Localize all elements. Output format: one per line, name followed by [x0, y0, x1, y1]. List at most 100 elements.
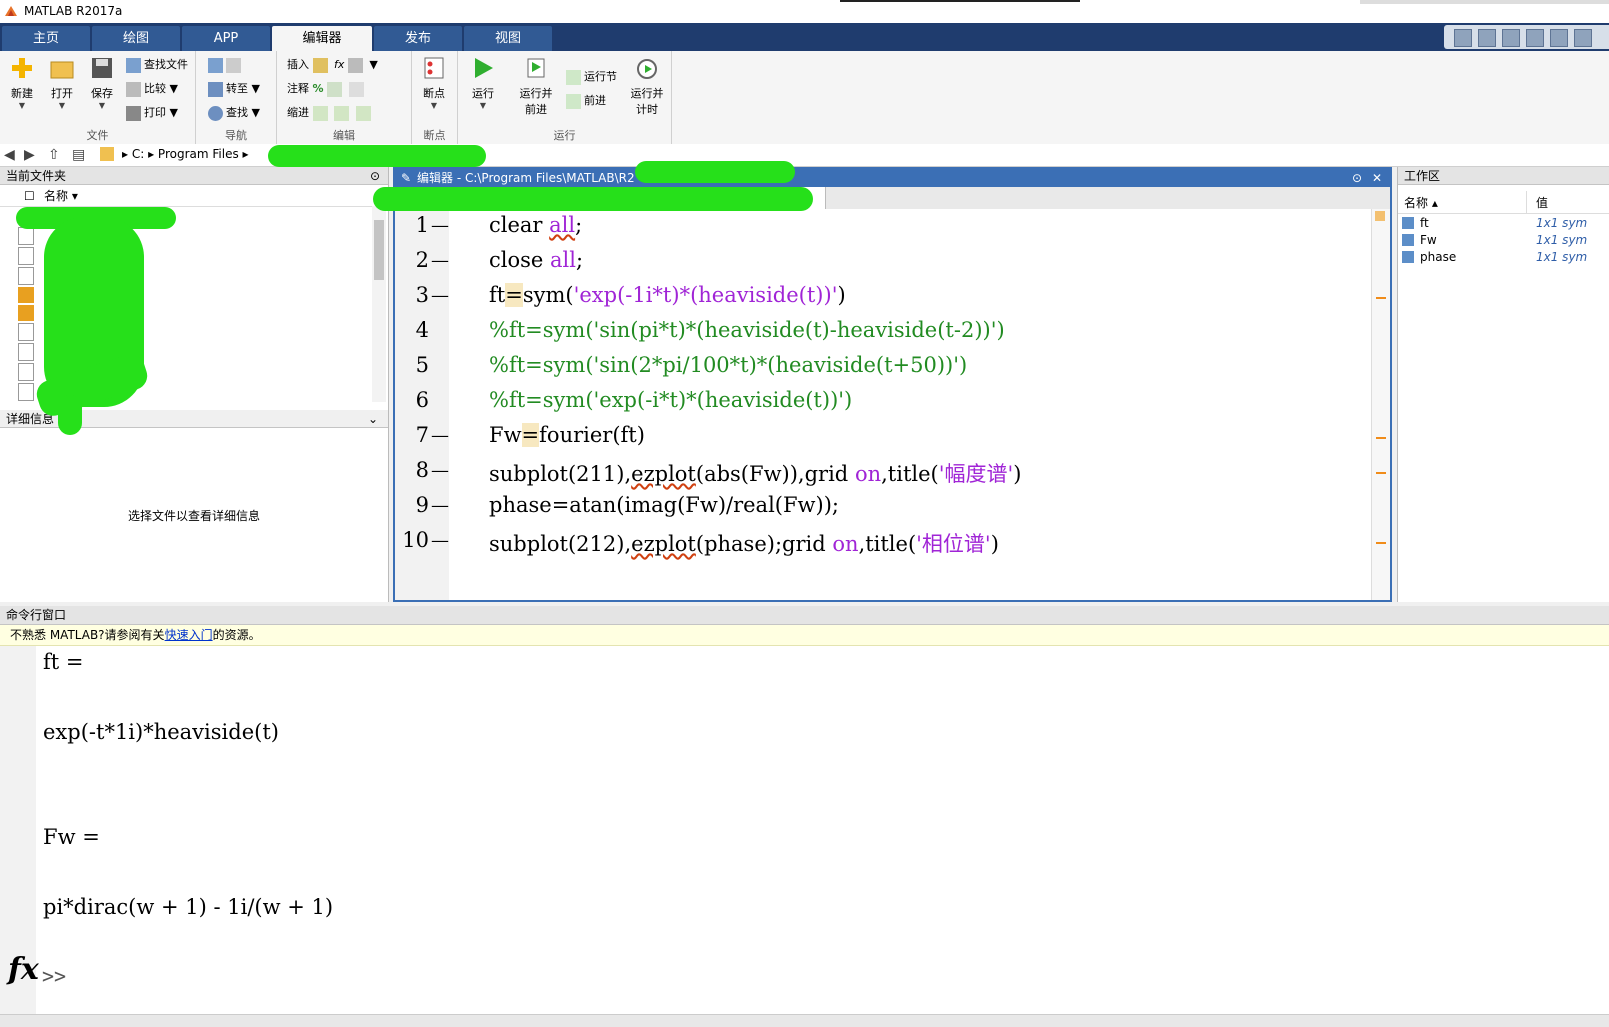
code-line[interactable]: subplot(211),ezplot(abs(Fw)),grid on,tit…: [489, 458, 1021, 488]
copy-icon[interactable]: [1526, 29, 1544, 47]
run-and-advance-button[interactable]: 运行并 前进: [514, 55, 558, 117]
tab-publish[interactable]: 发布: [374, 26, 462, 51]
close-icon[interactable]: ✕: [1372, 169, 1382, 187]
nav-forward-icon[interactable]: ▶: [24, 147, 35, 163]
file-section: 新建 ▼ 打开 ▼ 保存 ▼ 查找文件 比较 ▼ 打印 ▼ 文件: [0, 51, 196, 144]
goto-icon: [208, 81, 223, 97]
save-icon[interactable]: [1478, 29, 1496, 47]
code-area[interactable]: clear all; close all; ft=sym('exp(-1i*t)…: [449, 209, 1372, 600]
name-column[interactable]: 名称 ▾: [44, 186, 78, 206]
paste-icon[interactable]: [1550, 29, 1568, 47]
table-row[interactable]: phase 1x1 sym: [1398, 249, 1609, 266]
command-output-line: Fw =: [43, 825, 100, 849]
percent-icon: %: [312, 82, 324, 95]
nav-back-icon[interactable]: ◀: [4, 147, 15, 163]
window-title: MATLAB R2017a: [24, 4, 123, 18]
table-row[interactable]: Fw 1x1 sym: [1398, 232, 1609, 249]
file-list[interactable]: [18, 227, 34, 407]
breadcrumb-drive[interactable]: C:: [132, 147, 144, 161]
undo-icon[interactable]: [1574, 29, 1592, 47]
back-arrow-icon: [208, 57, 223, 73]
find-button[interactable]: 查找 ▼: [208, 103, 260, 123]
file-list-header: ☐ 名称 ▾: [0, 186, 372, 207]
list-item[interactable]: [18, 343, 34, 361]
new-plus-icon: [12, 58, 32, 78]
scrollbar-thumb[interactable]: [374, 220, 384, 280]
code-line[interactable]: Fw=fourier(ft): [489, 423, 645, 447]
run-section-button[interactable]: 运行节: [566, 67, 617, 87]
tab-home[interactable]: 主页: [2, 26, 90, 51]
toolstrip-tabs: 主页 绘图 APP 编辑器 发布 视图: [0, 23, 1609, 51]
run-button[interactable]: 运行 ▼: [464, 55, 502, 110]
title-decoration: [1360, 0, 1609, 4]
tab-apps[interactable]: APP: [182, 26, 270, 51]
var-value: 1x1 sym: [1536, 233, 1588, 247]
line-number: 2: [415, 248, 429, 272]
list-item[interactable]: [18, 227, 34, 245]
var-name: Fw: [1420, 233, 1437, 247]
warning-marker[interactable]: [1376, 437, 1386, 439]
warning-indicator[interactable]: [1375, 211, 1385, 221]
find-files-button[interactable]: 查找文件: [126, 55, 188, 75]
code-line[interactable]: phase=atan(imag(Fw)/real(Fw));: [489, 493, 839, 517]
code-line[interactable]: clear all;: [489, 213, 582, 237]
breadcrumb-program-files[interactable]: Program Files: [158, 147, 239, 161]
code-line[interactable]: ft=sym('exp(-1i*t)*(heaviside(t))'): [489, 283, 846, 307]
command-window[interactable]: ft = exp(-t*1i)*heaviside(t) Fw = pi*dir…: [0, 646, 1609, 1014]
workspace-value-column[interactable]: 值: [1536, 193, 1548, 213]
list-item[interactable]: [18, 363, 34, 381]
up-folder-icon[interactable]: ⇧: [48, 147, 60, 163]
workspace-name-column[interactable]: 名称 ▴: [1404, 193, 1438, 213]
insert-button[interactable]: 插入 fx ▼: [287, 55, 378, 75]
open-button[interactable]: 打开 ▼: [43, 55, 81, 110]
matlab-logo-icon: [5, 6, 17, 16]
sym-variable-icon: [1402, 234, 1414, 246]
list-item[interactable]: [18, 247, 34, 265]
favorites-icon[interactable]: [1454, 29, 1472, 47]
breadcrumb[interactable]: ▸ C: ▸ Program Files ▸: [122, 147, 249, 161]
line-number: 6: [415, 388, 429, 412]
warning-marker[interactable]: [1376, 472, 1386, 474]
tab-plots[interactable]: 绘图: [92, 26, 180, 51]
new-button[interactable]: 新建 ▼: [3, 55, 41, 110]
advance-button[interactable]: 前进: [566, 91, 606, 111]
code-line[interactable]: subplot(212),ezplot(phase);grid on,title…: [489, 528, 999, 558]
warning-marker[interactable]: [1376, 542, 1386, 544]
warning-marker[interactable]: [1376, 297, 1386, 299]
editor-scrollbar[interactable]: [1371, 209, 1390, 600]
code-line[interactable]: %ft=sym('exp(-i*t)*(heaviside(t))'): [489, 388, 852, 412]
browse-folder-icon[interactable]: ▤: [72, 147, 85, 163]
breakpoints-label: 断点: [423, 87, 445, 100]
table-row[interactable]: ft 1x1 sym: [1398, 215, 1609, 232]
file-list-scrollbar[interactable]: [372, 206, 386, 402]
fx-function-browser-icon[interactable]: fx: [8, 952, 39, 987]
comment-button[interactable]: 注释 %: [287, 79, 367, 99]
editor-menu-icon[interactable]: ⊙: [1352, 169, 1362, 187]
goto-button[interactable]: 转至 ▼: [208, 79, 260, 99]
cut-icon[interactable]: [1502, 29, 1520, 47]
code-line[interactable]: close all;: [489, 248, 583, 272]
command-output-line: exp(-t*1i)*heaviside(t): [43, 720, 279, 744]
code-line[interactable]: %ft=sym('sin(pi*t)*(heaviside(t)-heavisi…: [489, 318, 1005, 342]
list-item[interactable]: [18, 287, 34, 303]
print-label: 打印: [144, 106, 166, 119]
panel-menu-icon[interactable]: ⊙: [370, 167, 380, 185]
list-item[interactable]: [18, 305, 34, 321]
compare-button[interactable]: 比较 ▼: [126, 79, 178, 99]
code-line[interactable]: %ft=sym('sin(2*pi/100*t)*(heaviside(t+50…: [489, 353, 967, 377]
list-item[interactable]: [18, 323, 34, 341]
list-item[interactable]: [18, 267, 34, 285]
line-number: 1: [415, 213, 429, 237]
back-forward-buttons[interactable]: [208, 55, 244, 75]
chevron-down-icon[interactable]: ⌄: [368, 410, 378, 428]
run-and-time-button[interactable]: 运行并 计时: [626, 55, 668, 117]
list-item[interactable]: [18, 383, 34, 401]
stopwatch-icon: [637, 59, 657, 79]
save-button[interactable]: 保存 ▼: [83, 55, 121, 110]
getting-started-link[interactable]: 快速入门: [165, 628, 213, 642]
tab-editor[interactable]: 编辑器: [272, 26, 372, 51]
tab-view[interactable]: 视图: [464, 26, 552, 51]
breakpoints-button[interactable]: 断点 ▼: [415, 55, 453, 110]
indent-button[interactable]: 缩进: [287, 103, 374, 123]
print-button[interactable]: 打印 ▼: [126, 103, 178, 123]
